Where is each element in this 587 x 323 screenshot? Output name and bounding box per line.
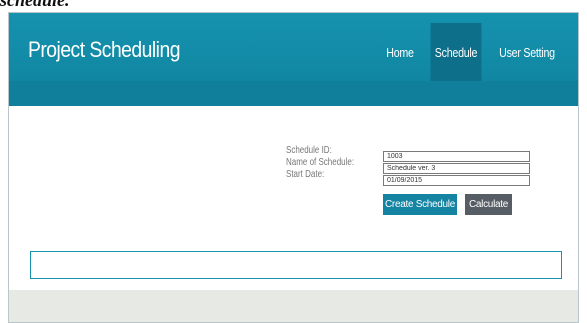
nav-user-setting[interactable]: User Setting bbox=[493, 23, 562, 81]
footer-bar bbox=[9, 290, 578, 322]
nav-schedule-label: Schedule bbox=[434, 44, 478, 60]
app-window: Project Scheduling Home Schedule User Se… bbox=[8, 12, 579, 323]
nav-schedule[interactable]: Schedule bbox=[430, 23, 482, 81]
schedule-id-input[interactable] bbox=[383, 151, 530, 162]
start-date-input[interactable] bbox=[383, 175, 530, 186]
app-title: Project Scheduling bbox=[28, 37, 180, 62]
nav-home-label: Home bbox=[386, 44, 414, 60]
header-bar: Project Scheduling Home Schedule User Se… bbox=[9, 13, 578, 106]
page: schedule. Project Scheduling Home Schedu… bbox=[0, 0, 587, 323]
start-date-label: Start Date: bbox=[286, 169, 325, 180]
nav-user-setting-label: User Setting bbox=[499, 44, 555, 60]
nav-home[interactable]: Home bbox=[380, 23, 419, 81]
schedule-id-label: Schedule ID: bbox=[286, 145, 332, 156]
schedule-name-input[interactable] bbox=[383, 163, 530, 174]
header-band bbox=[9, 81, 578, 106]
figure-caption: schedule. bbox=[0, 0, 70, 10]
form-labels: Schedule ID: Name of Schedule: Start Dat… bbox=[286, 145, 354, 181]
calculate-button[interactable]: Calculate bbox=[465, 194, 512, 215]
schedule-name-label: Name of Schedule: bbox=[286, 157, 355, 168]
create-schedule-button[interactable]: Create Schedule bbox=[383, 194, 457, 215]
result-panel bbox=[30, 251, 562, 279]
